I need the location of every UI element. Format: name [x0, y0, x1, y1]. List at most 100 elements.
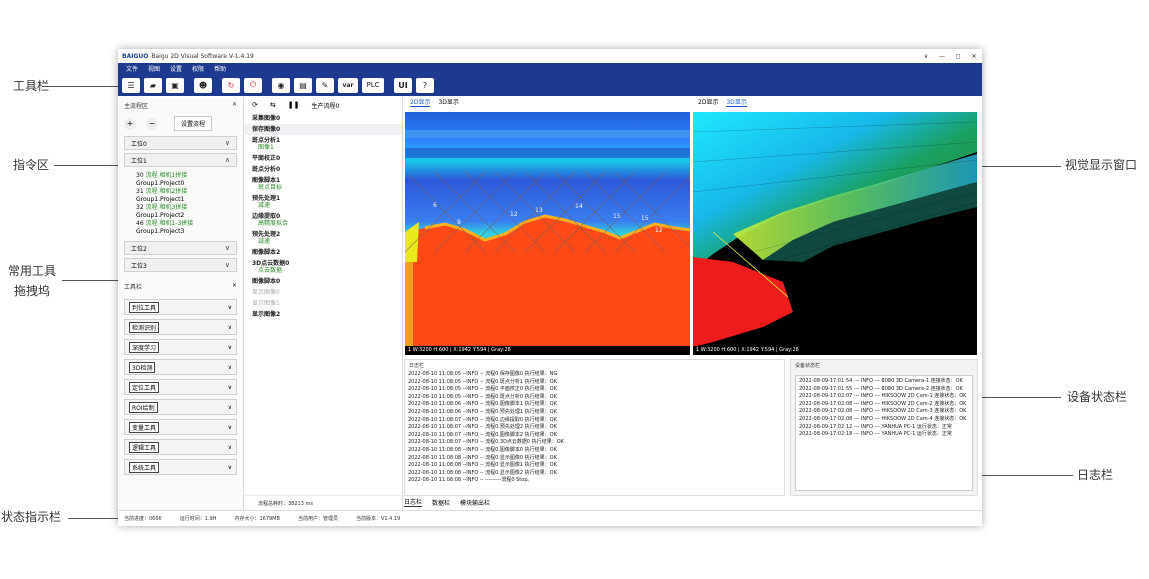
app-title: Baigu 2D Visual Software V-1.4.19	[151, 52, 254, 60]
panel-close-icon[interactable]: ✕	[232, 282, 237, 291]
flow-step[interactable]: 图像脚本1 斑点目标	[244, 175, 402, 193]
log-line: 2022-08-10 11:08:05 --INFO -- 流程0.平面校正0 …	[408, 386, 557, 393]
pointcloud-viewer[interactable]: 1 W:3200 H:600 | X:1942 Y:594 | Gray:28	[693, 112, 977, 355]
panel-close-icon[interactable]: ✕	[232, 101, 237, 110]
refresh-icon[interactable]: ⟳	[252, 101, 258, 109]
tool-item[interactable]: 系统工具 ∨	[124, 459, 237, 475]
chevron-down-icon: ∨	[224, 261, 230, 269]
settings-process-button[interactable]: 设置流程	[174, 116, 213, 131]
open-folder-icon[interactable]: ▰	[144, 77, 162, 93]
flow-step[interactable]: 采集图像0	[244, 113, 402, 124]
tool-item[interactable]: 检测识别 ∨	[124, 319, 237, 335]
tool-item[interactable]: 定位工具 ∨	[124, 379, 237, 395]
edit-icon[interactable]: ✎	[316, 77, 334, 93]
tool-item[interactable]: ROI绘制 ∨	[124, 399, 237, 415]
save-icon[interactable]: ▣	[166, 77, 184, 93]
tool-item[interactable]: 深度学习 ∨	[124, 339, 237, 355]
maximize-button[interactable]: ◻	[950, 53, 966, 60]
run-loop-icon[interactable]: ↻	[222, 77, 240, 93]
pause-icon[interactable]: ❚❚	[288, 101, 300, 109]
flow-step[interactable]: 图像脚本2	[244, 247, 402, 258]
user-icon[interactable]: ☻	[194, 77, 212, 93]
station-3-label: 工位3	[131, 262, 147, 270]
right-viewer-status: 1 W:3200 H:600 | X:1942 Y:594 | Gray:28	[693, 346, 977, 355]
log-title: 日志栏	[409, 363, 425, 369]
list-item[interactable]: 31 流程 相机2拼接	[136, 188, 243, 196]
list-item[interactable]: 30 流程 相机1拼接	[136, 172, 243, 180]
process-actions: + − 设置流程	[118, 114, 243, 133]
chevron-down-icon: ∨	[227, 383, 232, 391]
stop-icon[interactable]: ⏻	[244, 77, 262, 93]
flow-step-name: 图像脚本2	[252, 249, 281, 256]
left-viewer-tabs: 2D显示 3D显示	[410, 97, 467, 107]
status-bar: 当前进度：0666 运行时间：1.9H 内存大小：1679MB 当前用户：管理员 当前版…	[118, 510, 982, 526]
flow-step[interactable]: 预先处理1 减速	[244, 193, 402, 211]
swap-icon[interactable]: ⇆	[270, 101, 276, 109]
heatmap-image: 6 9 12 13 14 15 15 12	[405, 112, 690, 355]
station-2[interactable]: 工位2 ∨	[124, 241, 237, 255]
menu-permission[interactable]: 权限	[192, 64, 204, 73]
camera-icon[interactable]: ◉	[272, 77, 290, 93]
flow-step[interactable]: 边缘提取0 高精度拟合	[244, 211, 402, 229]
flow-step[interactable]: 保存图像0	[244, 124, 402, 135]
station-1-label: 工位1	[131, 157, 147, 165]
heatmap-viewer[interactable]: 6 9 12 13 14 15 15 12 1 W:3200 H:600 | X…	[405, 112, 690, 355]
tab-2d-right[interactable]: 2D显示	[698, 97, 718, 107]
var-button[interactable]: var	[338, 77, 358, 93]
help-icon[interactable]: ?	[416, 77, 434, 93]
tool-item[interactable]: 逻辑工具 ∨	[124, 439, 237, 455]
tool-list: 判位工具 ∨ 检测识别 ∨ 深度学习 ∨ 3D检测 ∨ 定位工具 ∨ ROI绘制 ∨ 变量工具 ∨ 逻辑工具…	[118, 299, 243, 475]
tool-item[interactable]: 判位工具 ∨	[124, 299, 237, 315]
tool-item[interactable]: 变量工具 ∨	[124, 419, 237, 435]
item-name: 流程 相机2拼接	[145, 188, 188, 195]
flow-step[interactable]: 显示图像2	[244, 309, 402, 320]
tool-item[interactable]: 3D检测 ∨	[124, 359, 237, 375]
flow-step[interactable]: 斑点分析0	[244, 164, 402, 175]
flow-step[interactable]: 显示图像0	[244, 287, 402, 298]
flow-step[interactable]: 显示图像1	[244, 298, 402, 309]
chevron-down-icon: ∨	[227, 403, 232, 411]
list-item[interactable]: 32 流程 相机3拼接	[136, 204, 243, 212]
log-line: 2022-08-10 11:08:08 --INFO -- 流程0.显示图像0 …	[408, 454, 557, 461]
tab-3d-right[interactable]: 3D显示	[726, 97, 747, 107]
flow-step-name: 显示图像1	[252, 300, 280, 307]
flow-step[interactable]: 斑点分析1 图像1	[244, 135, 402, 153]
tab-log[interactable]: 日志栏	[404, 497, 423, 507]
item-project: Group1.Project3	[136, 228, 185, 235]
list-icon[interactable]: ☰	[122, 77, 140, 93]
log-line: 2022-08-10 11:08:06 --INFO -- 流程0.预先处理1 …	[408, 408, 557, 415]
callout-line-toolbar	[42, 86, 118, 87]
menu-file[interactable]: 文件	[126, 64, 138, 73]
station-0[interactable]: 工位0 ∨	[124, 136, 237, 150]
plc-button[interactable]: PLC	[362, 77, 384, 93]
add-process-button[interactable]: +	[124, 117, 136, 130]
menu-settings[interactable]: 设置	[170, 64, 182, 73]
flow-step[interactable]: 3D点云数据0 点云数据	[244, 258, 402, 276]
menu-view[interactable]: 视图	[148, 64, 160, 73]
tab-module-output[interactable]: 模块输出栏	[460, 498, 490, 507]
produce-flow-label: 生产流程0	[311, 102, 340, 110]
minimize-button[interactable]: —	[934, 53, 950, 60]
station-3[interactable]: 工位3 ∨	[124, 258, 237, 272]
log-line: 2022-08-10 11:08:08 --INFO -- 流程0.显示图像1 …	[408, 462, 557, 469]
status-item: 当前进度：0666	[124, 516, 162, 522]
remove-process-button[interactable]: −	[146, 117, 158, 130]
flow-step[interactable]: 平面校正0	[244, 153, 402, 164]
log-line: 2022-08-10 11:08:08 --INFO -- 流程0.图像脚本0 …	[408, 446, 557, 453]
item-no: 46	[136, 220, 144, 227]
ui-button[interactable]: UI	[394, 77, 412, 93]
station-1[interactable]: 工位1 ∧	[124, 153, 237, 167]
callout-dock-line1: 常用工具	[8, 264, 57, 278]
tab-data[interactable]: 数据栏	[432, 498, 450, 507]
menu-help[interactable]: 帮助	[214, 64, 226, 73]
close-button[interactable]: ✕	[966, 53, 982, 60]
collapse-icon[interactable]: ∨	[918, 53, 934, 60]
flow-step[interactable]: 图像脚本0	[244, 276, 402, 287]
image-icon[interactable]: ▤	[294, 77, 312, 93]
heat-label: 9	[457, 219, 461, 226]
heat-label: 6	[433, 202, 437, 209]
tab-3d-left[interactable]: 3D显示	[438, 97, 458, 107]
list-item[interactable]: 46 流程 相机1-3拼接	[136, 220, 243, 228]
tab-2d-left[interactable]: 2D显示	[410, 97, 431, 107]
flow-step[interactable]: 预先处理2 减速	[244, 229, 402, 247]
